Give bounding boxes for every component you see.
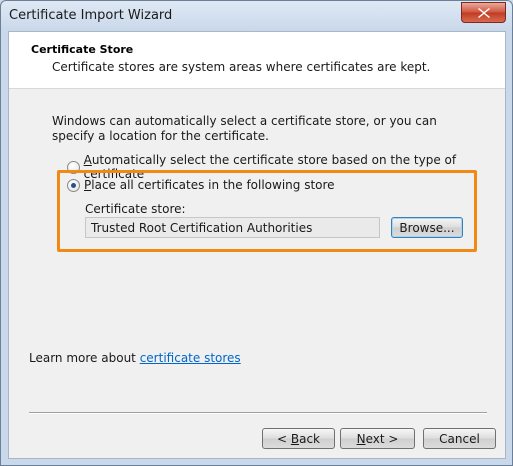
certificate-stores-link[interactable]: certificate stores — [140, 351, 241, 365]
certificate-store-field: Trusted Root Certification Authorities — [85, 217, 380, 238]
back-button-label: < Back — [276, 431, 320, 446]
cancel-button[interactable]: Cancel — [423, 428, 496, 449]
radio-place-all[interactable]: Place all certificates in the following … — [67, 178, 335, 192]
close-icon — [477, 7, 490, 18]
learn-more-prefix: Learn more about — [29, 351, 140, 365]
certificate-store-label: Certificate store: — [85, 202, 186, 216]
title-bar[interactable]: Certificate Import Wizard — [1, 1, 512, 31]
window-title: Certificate Import Wizard — [9, 8, 173, 23]
cancel-button-label: Cancel — [439, 431, 480, 446]
close-button[interactable] — [461, 2, 506, 23]
wizard-header: Certificate Store Certificate stores are… — [9, 32, 505, 89]
page-title: Certificate Store — [31, 43, 134, 56]
footer-separator — [29, 412, 487, 414]
back-button[interactable]: < Back — [262, 428, 335, 449]
page-subtitle: Certificate stores are system areas wher… — [52, 60, 431, 74]
wizard-window: Certificate Import Wizard Certificate St… — [0, 0, 513, 466]
next-button[interactable]: Next > — [340, 428, 415, 449]
description-text: Windows can automatically select a certi… — [52, 114, 437, 143]
browse-button[interactable]: Browse... — [391, 217, 463, 238]
next-button-label: Next > — [356, 431, 399, 446]
browse-button-label: Browse... — [399, 220, 455, 235]
radio-place-all-circle[interactable] — [67, 178, 80, 192]
radio-place-all-label: Place all certificates in the following … — [84, 178, 335, 192]
learn-more: Learn more about certificate stores — [29, 351, 241, 365]
wizard-body: Certificate Store Certificate stores are… — [8, 31, 506, 459]
